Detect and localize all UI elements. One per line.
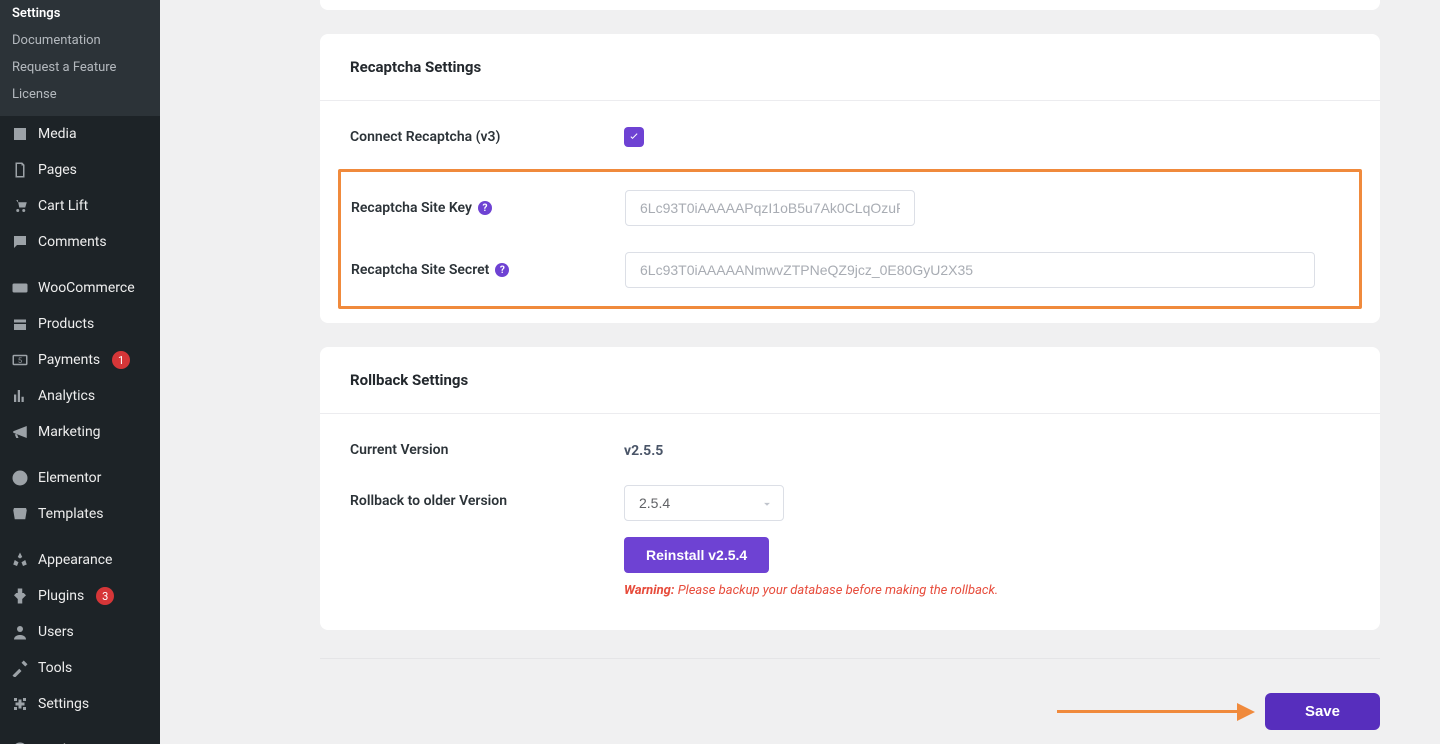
sidebar-submenu: Settings Documentation Request a Feature… xyxy=(0,0,160,116)
reinstall-button[interactable]: Reinstall v2.5.4 xyxy=(624,537,769,573)
cart-lift-icon xyxy=(10,196,30,216)
sidebar-item-label: Analytics xyxy=(38,388,95,404)
sidebar-item-appearance[interactable]: Appearance xyxy=(0,542,160,578)
site-key-input[interactable] xyxy=(625,190,915,226)
admin-sidebar: Settings Documentation Request a Feature… xyxy=(0,0,160,744)
recaptcha-highlight-box: Recaptcha Site Key ? Recaptcha Site Secr… xyxy=(338,169,1362,309)
sidebar-item-label: Marketing xyxy=(38,424,101,440)
main-content[interactable]: Recaptcha Settings Connect Recaptcha (v3… xyxy=(160,0,1440,744)
sidebar-item-payments[interactable]: 5 Payments 1 xyxy=(0,342,160,378)
sidebar-item-label: Settings xyxy=(38,696,89,712)
payments-icon: 5 xyxy=(10,350,30,370)
site-secret-input[interactable] xyxy=(625,252,1315,288)
templates-icon xyxy=(10,504,30,524)
warning-label: Warning: xyxy=(624,583,674,598)
help-icon[interactable]: ? xyxy=(478,201,492,215)
rollback-warning: Warning: Please backup your database bef… xyxy=(624,583,998,598)
sidebar-item-label: Elementor xyxy=(38,470,101,486)
rollback-panel-title: Rollback Settings xyxy=(320,347,1380,414)
settings-icon xyxy=(10,694,30,714)
sidebar-item-duplicator[interactable]: Duplicator xyxy=(0,732,160,744)
sidebar-item-users[interactable]: Users xyxy=(0,614,160,650)
current-version-value: v2.5.5 xyxy=(624,443,663,459)
plugins-icon xyxy=(10,586,30,606)
sidebar-item-cart-lift[interactable]: Cart Lift xyxy=(0,188,160,224)
arrow-head-icon xyxy=(1237,703,1255,721)
save-row: Save xyxy=(320,693,1380,730)
media-icon xyxy=(10,124,30,144)
products-icon xyxy=(10,314,30,334)
sidebar-item-label: Appearance xyxy=(38,552,112,568)
rollback-row: Rollback to older Version 2.5.4 Reinstal… xyxy=(350,485,1350,598)
sidebar-item-products[interactable]: Products xyxy=(0,306,160,342)
sidebar-item-elementor[interactable]: Elementor xyxy=(0,460,160,496)
site-secret-row: Recaptcha Site Secret ? xyxy=(351,252,1349,288)
current-version-row: Current Version v2.5.5 xyxy=(350,440,1350,459)
sidebar-sub-license[interactable]: License xyxy=(0,81,160,108)
checkmark-icon xyxy=(628,131,640,143)
elementor-icon xyxy=(10,468,30,488)
sidebar-item-label: Pages xyxy=(38,162,77,178)
sidebar-item-label: WooCommerce xyxy=(38,280,135,296)
sidebar-sub-settings[interactable]: Settings xyxy=(0,0,160,27)
appearance-icon xyxy=(10,550,30,570)
sidebar-item-label: Payments xyxy=(38,352,100,368)
woocommerce-icon xyxy=(10,278,30,298)
sidebar-item-woocommerce[interactable]: WooCommerce xyxy=(0,270,160,306)
current-version-label: Current Version xyxy=(350,442,624,458)
panel-cutoff-top xyxy=(320,0,1380,10)
sidebar-item-label: Media xyxy=(38,126,77,142)
sidebar-item-comments[interactable]: Comments xyxy=(0,224,160,260)
site-key-row: Recaptcha Site Key ? xyxy=(351,190,1349,226)
warning-text: Please backup your database before makin… xyxy=(678,583,999,598)
sidebar-item-label: Comments xyxy=(38,234,107,250)
sidebar-item-marketing[interactable]: Marketing xyxy=(0,414,160,450)
rollback-version-select[interactable]: 2.5.4 xyxy=(624,485,784,521)
arrow-line xyxy=(1057,710,1237,713)
sidebar-item-media[interactable]: Media xyxy=(0,116,160,152)
sidebar-sub-request-feature[interactable]: Request a Feature xyxy=(0,54,160,81)
site-key-label: Recaptcha Site Key ? xyxy=(351,200,625,216)
sidebar-item-label: Plugins xyxy=(38,588,84,604)
recaptcha-panel-title: Recaptcha Settings xyxy=(320,34,1380,101)
connect-recaptcha-row: Connect Recaptcha (v3) xyxy=(350,127,1350,147)
sidebar-item-label: Tools xyxy=(38,660,72,676)
connect-recaptcha-checkbox[interactable] xyxy=(624,127,644,147)
sidebar-item-label: Cart Lift xyxy=(38,198,88,214)
connect-recaptcha-label: Connect Recaptcha (v3) xyxy=(350,129,624,145)
payments-badge: 1 xyxy=(112,351,130,369)
sidebar-item-label: Templates xyxy=(38,506,104,522)
sidebar-item-label: Users xyxy=(38,624,74,640)
pages-icon xyxy=(10,160,30,180)
sidebar-item-analytics[interactable]: Analytics xyxy=(0,378,160,414)
sidebar-item-templates[interactable]: Templates xyxy=(0,496,160,532)
rollback-label: Rollback to older Version xyxy=(350,485,624,509)
site-secret-label: Recaptcha Site Secret ? xyxy=(351,262,625,278)
sidebar-item-label: Products xyxy=(38,316,94,332)
sidebar-item-plugins[interactable]: Plugins 3 xyxy=(0,578,160,614)
svg-text:5: 5 xyxy=(18,356,22,365)
sidebar-item-pages[interactable]: Pages xyxy=(0,152,160,188)
users-icon xyxy=(10,622,30,642)
analytics-icon xyxy=(10,386,30,406)
divider xyxy=(320,658,1380,659)
comments-icon xyxy=(10,232,30,252)
help-icon[interactable]: ? xyxy=(495,263,509,277)
duplicator-icon xyxy=(10,740,30,744)
rollback-panel: Rollback Settings Current Version v2.5.5… xyxy=(320,347,1380,630)
plugins-badge: 3 xyxy=(96,587,114,605)
annotation-arrow xyxy=(1057,703,1255,721)
sidebar-sub-documentation[interactable]: Documentation xyxy=(0,27,160,54)
tools-icon xyxy=(10,658,30,678)
recaptcha-panel: Recaptcha Settings Connect Recaptcha (v3… xyxy=(320,34,1380,323)
marketing-icon xyxy=(10,422,30,442)
sidebar-item-tools[interactable]: Tools xyxy=(0,650,160,686)
rollback-version-select-wrap: 2.5.4 xyxy=(624,485,784,521)
sidebar-item-settings[interactable]: Settings xyxy=(0,686,160,722)
save-button[interactable]: Save xyxy=(1265,693,1380,730)
